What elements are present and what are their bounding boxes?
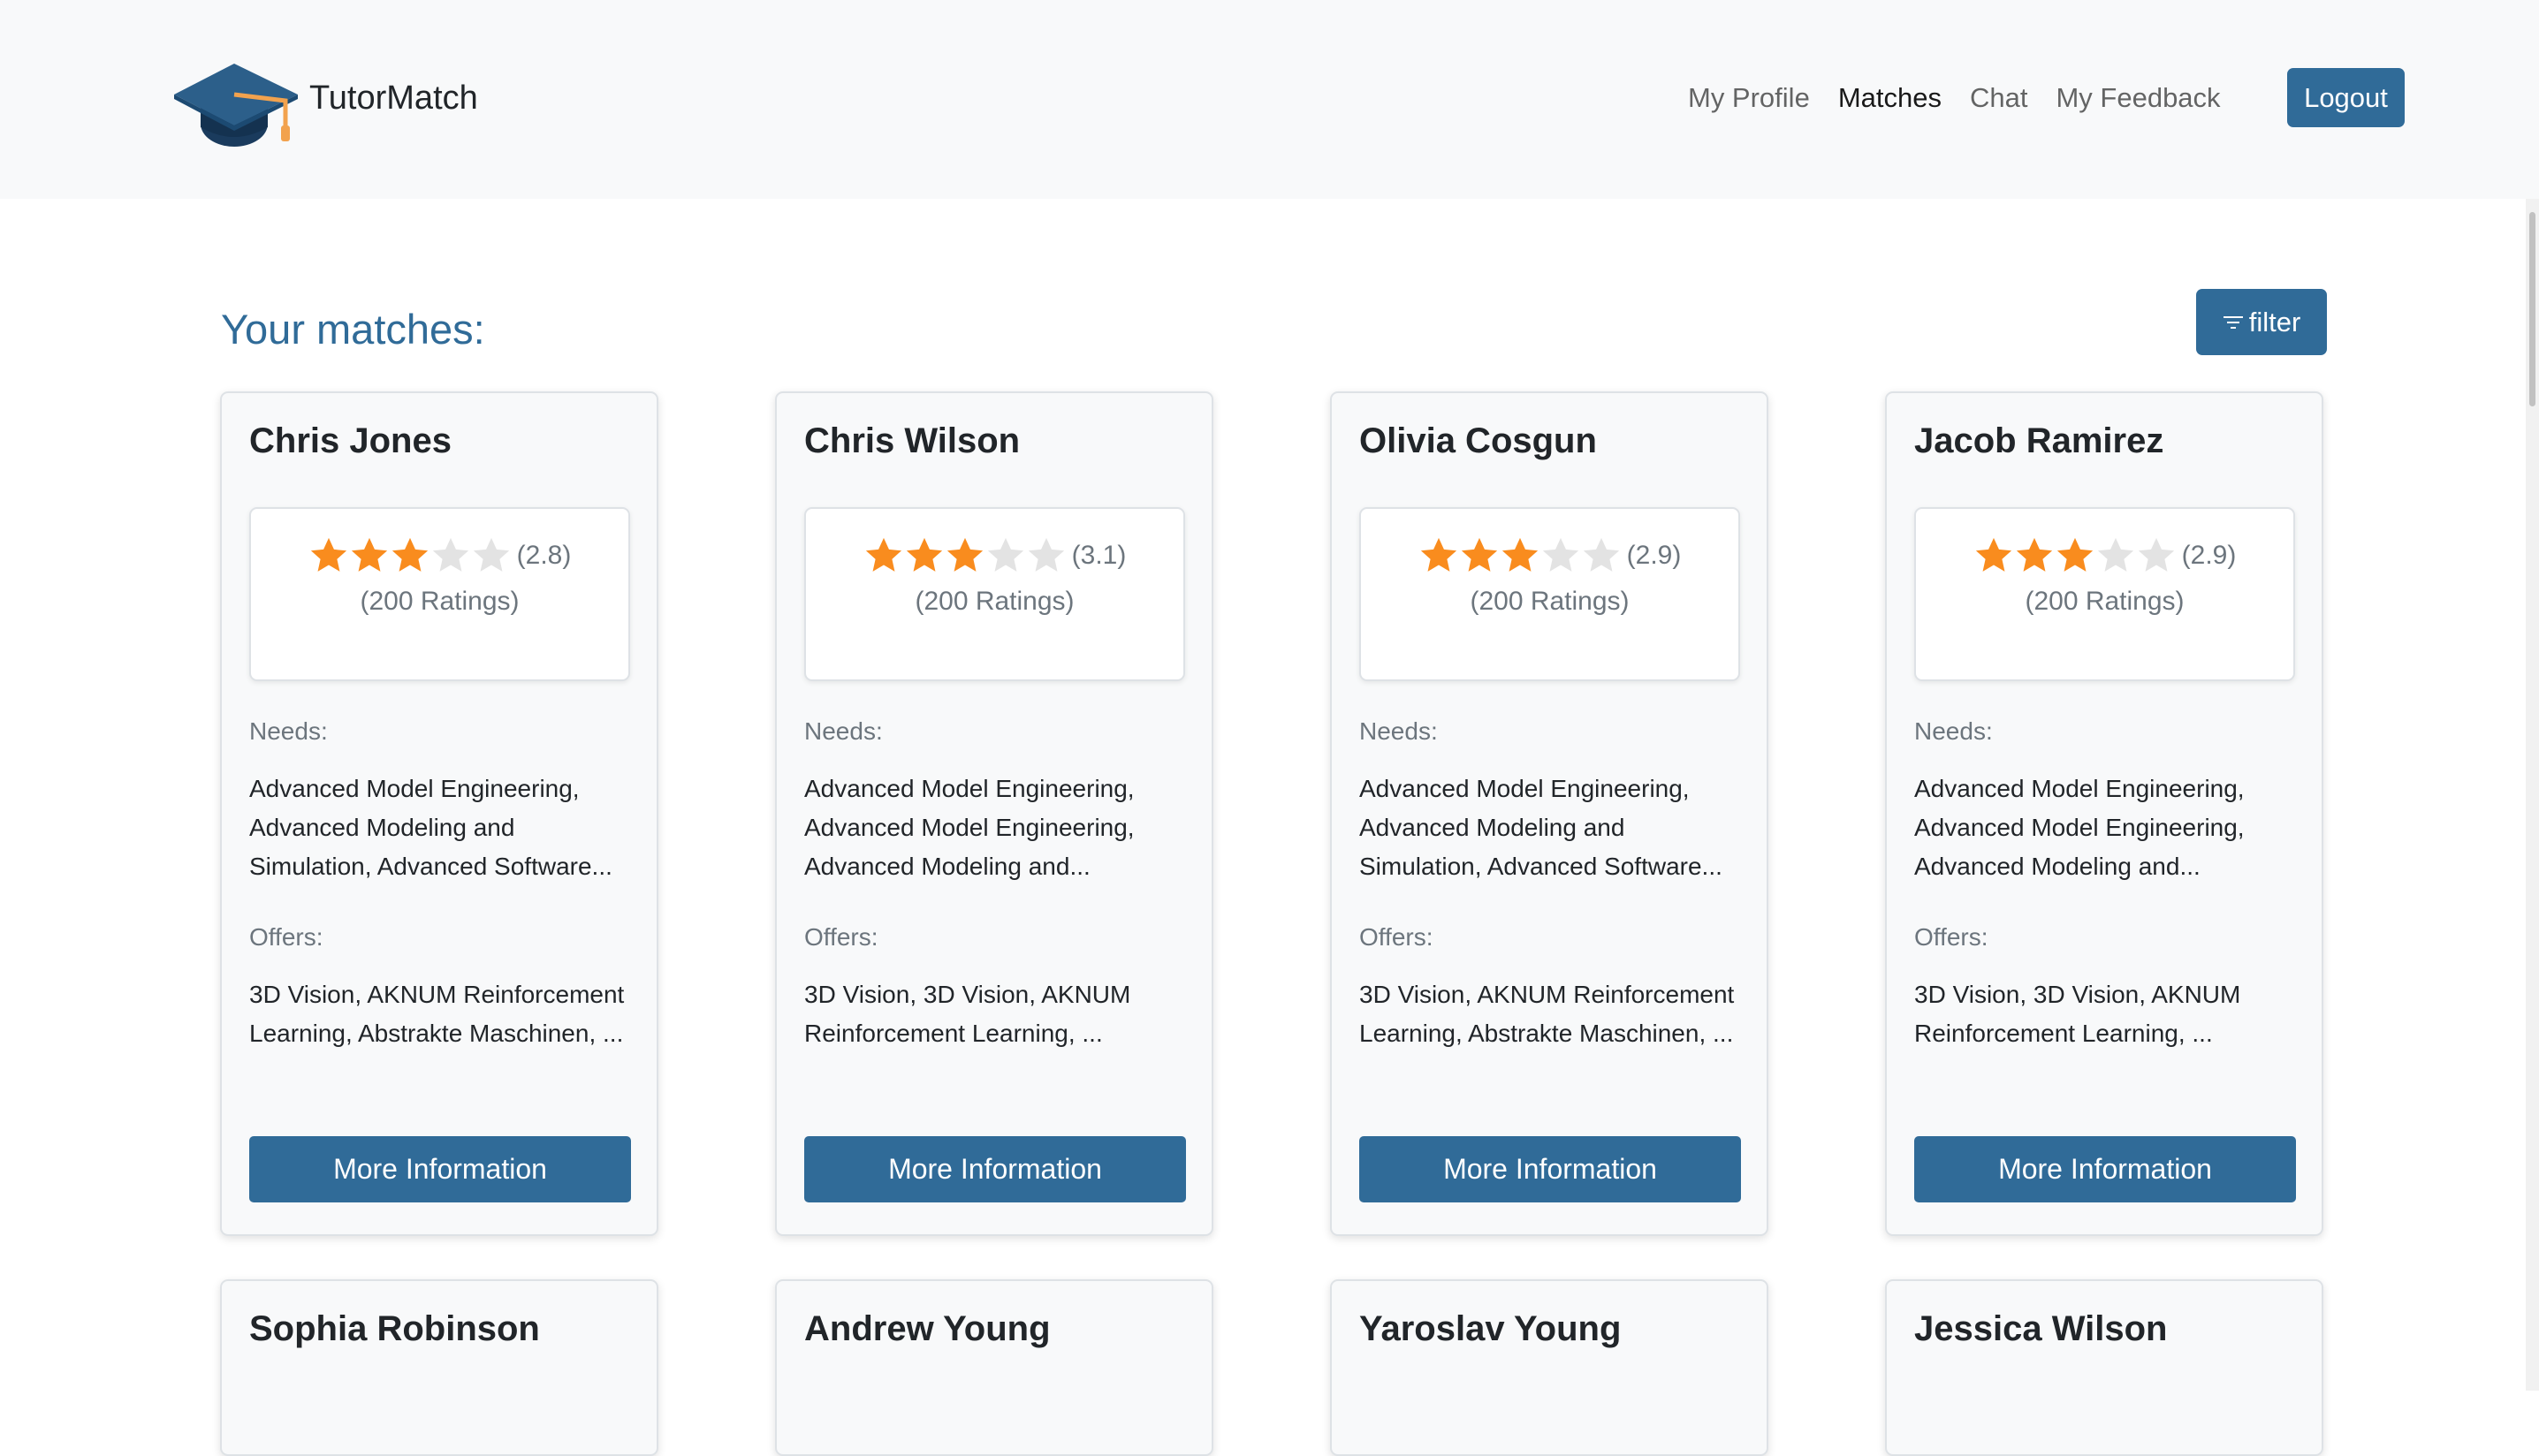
star-empty-icon (473, 537, 509, 572)
needs-text: Advanced Model Engineering, Advanced Mod… (249, 775, 612, 880)
page-title: Your matches: (221, 306, 485, 353)
star-empty-icon (987, 537, 1023, 572)
offers-text: 3D Vision, AKNUM Reinforcement Learning,… (1359, 981, 1735, 1047)
rating-box: (2.9) (200 Ratings) (1359, 507, 1740, 681)
needs-text: Advanced Model Engineering, Advanced Mod… (1359, 775, 1722, 880)
rating-stars: (2.9) (1361, 535, 1738, 576)
match-card: Jacob Ramirez (2.9) (200 Ratings) Needs:… (1885, 391, 2323, 1236)
star-filled-icon (310, 537, 346, 572)
match-card: Chris Jones (2.8) (200 Ratings) Needs: A… (220, 391, 658, 1236)
nav-links: My Profile Matches Chat My Feedback (1688, 82, 2249, 114)
star-empty-icon (1028, 537, 1064, 572)
ratings-count: (200 Ratings) (2025, 587, 2185, 616)
more-information-button[interactable]: More Information (1359, 1136, 1741, 1202)
needs-text: Advanced Model Engineering, Advanced Mod… (1914, 775, 2245, 880)
match-card: Chris Wilson (3.1) (200 Ratings) Needs: … (775, 391, 1213, 1236)
match-card: Andrew Young (775, 1279, 1213, 1456)
nav-matches[interactable]: Matches (1838, 82, 1942, 114)
offers-label: Offers: (249, 923, 323, 951)
star-filled-icon (351, 537, 387, 572)
match-name: Jessica Wilson (1914, 1309, 2168, 1348)
star-filled-icon (2056, 537, 2093, 572)
match-name: Sophia Robinson (249, 1309, 540, 1348)
star-empty-icon (2138, 537, 2174, 572)
star-filled-icon (1501, 537, 1538, 572)
ratings-count: (200 Ratings) (360, 587, 520, 616)
scrollbar-thumb[interactable] (2529, 212, 2535, 406)
ratings-count: (200 Ratings) (915, 587, 1075, 616)
match-name: Chris Wilson (804, 421, 1021, 460)
offers-label: Offers: (1914, 923, 1988, 951)
brand-name: TutorMatch (309, 79, 478, 117)
more-information-button[interactable]: More Information (249, 1136, 631, 1202)
match-name: Yaroslav Young (1359, 1309, 1622, 1348)
filter-lines-icon (2223, 315, 2243, 329)
nav-my-profile[interactable]: My Profile (1688, 82, 1810, 114)
graduation-cap-icon (174, 64, 298, 147)
more-information-button[interactable]: More Information (1914, 1136, 2296, 1202)
rating-stars: (2.9) (1916, 535, 2293, 576)
match-card: Sophia Robinson (220, 1279, 658, 1456)
rating-average: (2.9) (1626, 541, 1682, 570)
star-filled-icon (1461, 537, 1497, 572)
navbar: TutorMatch My Profile Matches Chat My Fe… (0, 0, 2539, 199)
star-filled-icon (391, 537, 428, 572)
nav-my-feedback[interactable]: My Feedback (2056, 82, 2220, 114)
star-empty-icon (1542, 537, 1578, 572)
ratings-count: (200 Ratings) (1470, 587, 1630, 616)
star-filled-icon (946, 537, 983, 572)
needs-text: Advanced Model Engineering, Advanced Mod… (804, 775, 1135, 880)
rating-stars: (2.8) (251, 535, 628, 576)
rating-box: (3.1) (200 Ratings) (804, 507, 1185, 681)
star-empty-icon (432, 537, 468, 572)
star-filled-icon (1420, 537, 1456, 572)
brand[interactable]: TutorMatch (172, 55, 478, 152)
star-filled-icon (1975, 537, 2011, 572)
offers-text: 3D Vision, 3D Vision, AKNUM Reinforcemen… (804, 981, 1131, 1047)
star-empty-icon (1583, 537, 1619, 572)
needs-label: Needs: (1914, 717, 1993, 745)
match-name: Chris Jones (249, 421, 452, 460)
match-card: Jessica Wilson (1885, 1279, 2323, 1456)
star-filled-icon (906, 537, 942, 572)
logout-button[interactable]: Logout (2287, 68, 2405, 127)
offers-label: Offers: (804, 923, 878, 951)
needs-label: Needs: (1359, 717, 1438, 745)
rating-average: (2.8) (516, 541, 572, 570)
rating-box: (2.9) (200 Ratings) (1914, 507, 2295, 681)
match-name: Andrew Young (804, 1309, 1051, 1348)
star-filled-icon (865, 537, 901, 572)
needs-label: Needs: (804, 717, 883, 745)
match-name: Olivia Cosgun (1359, 421, 1597, 460)
rating-average: (2.9) (2181, 541, 2237, 570)
match-card: Yaroslav Young (1330, 1279, 1768, 1456)
offers-label: Offers: (1359, 923, 1433, 951)
star-empty-icon (2097, 537, 2133, 572)
filter-button[interactable]: filter (2196, 289, 2327, 355)
rating-stars: (3.1) (806, 535, 1183, 576)
more-information-button[interactable]: More Information (804, 1136, 1186, 1202)
rating-box: (2.8) (200 Ratings) (249, 507, 630, 681)
nav-chat[interactable]: Chat (1970, 82, 2027, 114)
match-card: Olivia Cosgun (2.9) (200 Ratings) Needs:… (1330, 391, 1768, 1236)
offers-text: 3D Vision, AKNUM Reinforcement Learning,… (249, 981, 625, 1047)
filter-label: filter (2248, 306, 2301, 337)
match-name: Jacob Ramirez (1914, 421, 2164, 460)
needs-label: Needs: (249, 717, 328, 745)
star-filled-icon (2016, 537, 2052, 572)
offers-text: 3D Vision, 3D Vision, AKNUM Reinforcemen… (1914, 981, 2241, 1047)
rating-average: (3.1) (1071, 541, 1127, 570)
